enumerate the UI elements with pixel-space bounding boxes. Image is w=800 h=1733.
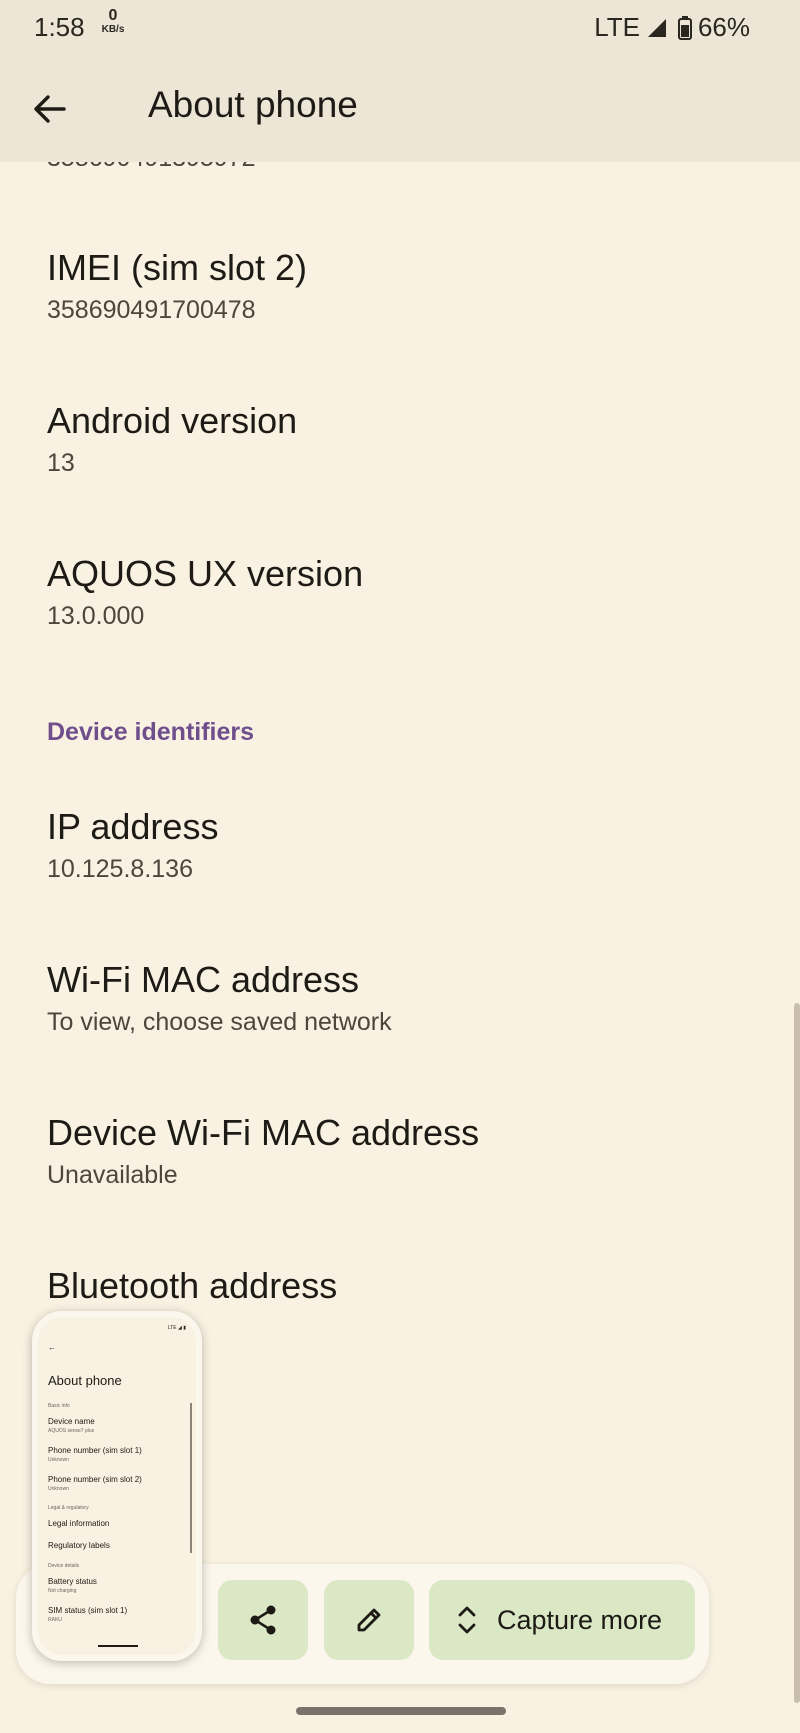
- preview-status: LTE ◢ ▮: [167, 1325, 186, 1331]
- preview-item-value: AQUOS sense7 plus: [48, 1428, 95, 1434]
- expand-icon: [458, 1606, 476, 1634]
- network-speed-indicator: 0 KB/s: [97, 8, 129, 35]
- section-header-device-identifiers: Device identifiers: [47, 718, 255, 746]
- item-value: 13: [47, 449, 75, 477]
- preview-scrollbar: [190, 1403, 192, 1553]
- signal-icon: [646, 17, 668, 39]
- preview-title: About phone: [48, 1373, 122, 1388]
- bluetooth-address-item[interactable]: Bluetooth address: [47, 1264, 337, 1312]
- preview-item: Device name: [48, 1417, 95, 1426]
- preview-item: Regulatory labels: [48, 1541, 110, 1550]
- preview-item-value: Not charging: [48, 1588, 77, 1594]
- edit-button[interactable]: [324, 1580, 414, 1660]
- battery-percent: 66%: [697, 12, 750, 42]
- item-title: IP address: [47, 806, 219, 847]
- screenshot-preview-thumbnail[interactable]: LTE ◢ ▮ ← About phone Basic info Device …: [32, 1311, 202, 1661]
- preview-back-arrow-icon: ←: [48, 1343, 56, 1352]
- item-value: Unavailable: [47, 1161, 178, 1189]
- preview-item: SIM status (sim slot 1): [48, 1606, 128, 1615]
- item-title: IMEI (sim slot 2): [47, 247, 308, 288]
- item-title: Device Wi-Fi MAC address: [47, 1112, 480, 1153]
- android-version-item[interactable]: Android version 13: [47, 399, 297, 479]
- preview-item-value: Unknown: [48, 1486, 69, 1492]
- item-value: 358690491700478: [47, 296, 256, 324]
- imei-sim-slot-2-item[interactable]: IMEI (sim slot 2) 358690491700478: [47, 246, 307, 326]
- preview-item-value: Unknown: [48, 1457, 69, 1463]
- status-time: 1:58: [34, 12, 85, 42]
- battery-icon: [677, 15, 692, 40]
- status-bar: 1:58 0 KB/s LTE 66%: [0, 0, 800, 54]
- item-value: 10.125.8.136: [47, 855, 193, 883]
- network-type-label: LTE: [594, 12, 640, 42]
- network-speed-value: 0: [108, 7, 118, 24]
- gesture-navigation-handle[interactable]: [296, 1707, 506, 1715]
- preview-item: Phone number (sim slot 2): [48, 1475, 142, 1484]
- item-title: Android version: [47, 400, 298, 441]
- share-button[interactable]: [218, 1580, 308, 1660]
- capture-more-button[interactable]: Capture more: [429, 1580, 695, 1660]
- preview-item-value: RAKU: [48, 1617, 62, 1623]
- app-bar: About phone: [0, 54, 800, 162]
- status-right-group: LTE 66%: [594, 12, 750, 43]
- back-arrow-icon: [34, 95, 66, 123]
- back-button[interactable]: [22, 82, 76, 136]
- item-title: AQUOS UX version: [47, 553, 364, 594]
- item-title: Wi-Fi MAC address: [47, 959, 360, 1000]
- item-title: Bluetooth address: [47, 1265, 338, 1306]
- preview-item: Legal information: [48, 1519, 110, 1528]
- preview-home-handle: [98, 1645, 138, 1647]
- aquos-ux-version-item[interactable]: AQUOS UX version 13.0.000: [47, 552, 363, 632]
- preview-section: Legal & regulatory: [48, 1505, 89, 1511]
- preview-item: Battery status: [48, 1577, 97, 1586]
- page-title: About phone: [148, 84, 358, 125]
- device-wifi-mac-address-item[interactable]: Device Wi-Fi MAC address Unavailable: [47, 1111, 479, 1191]
- network-speed-unit: KB/s: [101, 24, 125, 35]
- partial-imei-value: 358690491395972: [47, 162, 256, 173]
- item-value: To view, choose saved network: [47, 1008, 392, 1036]
- item-value: 13.0.000: [47, 602, 145, 630]
- preview-item: Phone number (sim slot 1): [48, 1446, 142, 1455]
- preview-section: Device details: [48, 1563, 80, 1569]
- scrollbar[interactable]: [794, 1003, 800, 1703]
- capture-more-label: Capture more: [497, 1604, 663, 1635]
- preview-section: Basic info: [48, 1403, 70, 1409]
- preview-screen: LTE ◢ ▮ ← About phone Basic info Device …: [38, 1317, 196, 1655]
- ip-address-item[interactable]: IP address 10.125.8.136: [47, 805, 218, 885]
- share-icon: [250, 1605, 276, 1635]
- wifi-mac-address-item[interactable]: Wi-Fi MAC address To view, choose saved …: [47, 958, 392, 1038]
- pencil-icon: [357, 1608, 381, 1632]
